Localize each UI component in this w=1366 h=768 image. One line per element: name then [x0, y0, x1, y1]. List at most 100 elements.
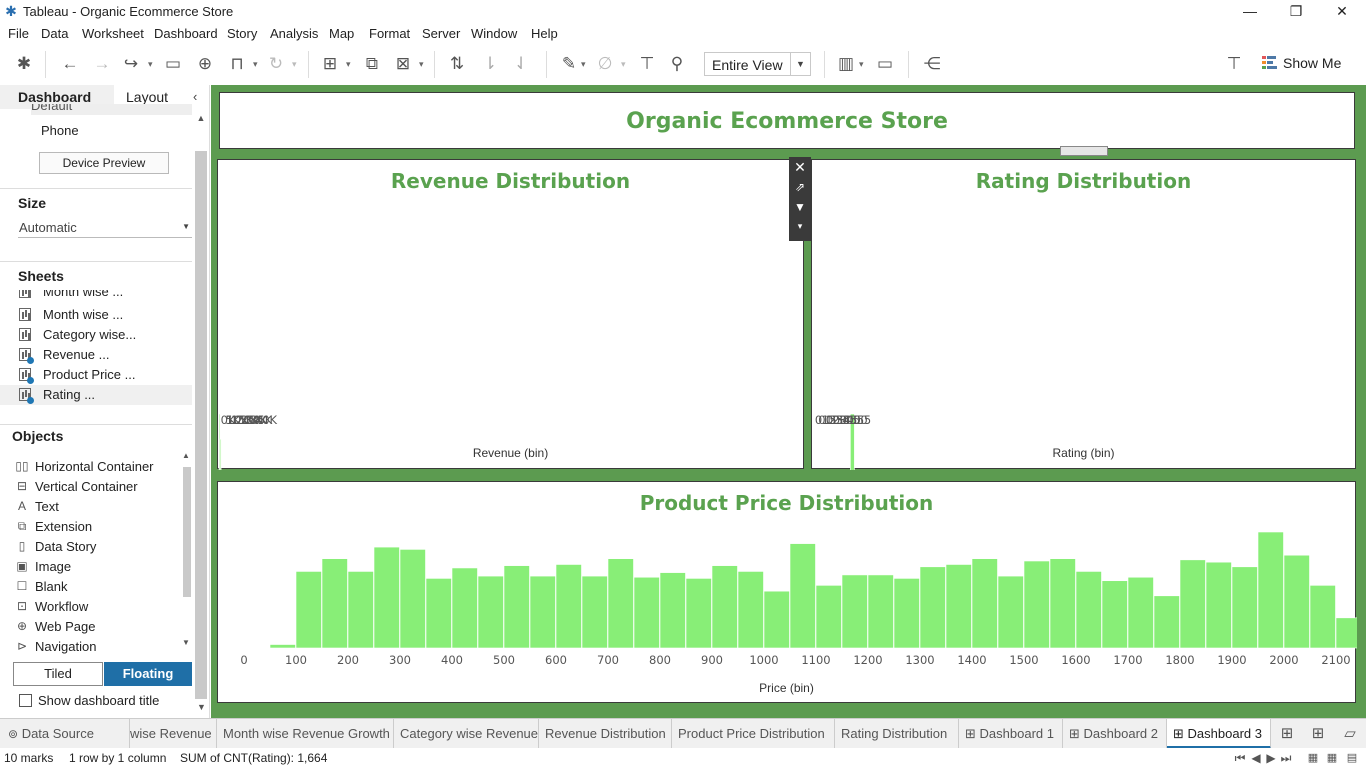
menu-server[interactable]: Server [422, 26, 460, 41]
histogram-bar[interactable] [1257, 531, 1284, 649]
show-tabs-icon[interactable]: ▤ [1345, 751, 1359, 764]
menu-analysis[interactable]: Analysis [270, 26, 318, 41]
restore-button[interactable]: ❐ [1273, 0, 1319, 23]
menu-worksheet[interactable]: Worksheet [82, 26, 144, 41]
show-dashboard-title-checkbox[interactable] [19, 694, 32, 707]
collapse-pane-icon[interactable]: ‹ [193, 89, 197, 104]
menu-file[interactable]: File [8, 26, 29, 41]
histogram-bar[interactable] [971, 558, 998, 649]
histogram-bar[interactable] [529, 575, 556, 649]
object-navigation[interactable]: ⊳ Navigation [15, 637, 185, 657]
histogram-bar[interactable] [503, 565, 530, 649]
save-icon[interactable]: ▭ [162, 53, 184, 75]
show-sheet-sorter-icon[interactable]: ▦ [1325, 751, 1339, 764]
object-vertical-container[interactable]: ⊟ Vertical Container [15, 477, 185, 497]
object-image[interactable]: ▣ Image [15, 557, 185, 577]
chevron-down-icon[interactable]: ▾ [621, 57, 629, 71]
menu-dashboard[interactable]: Dashboard [154, 26, 218, 41]
refresh-icon[interactable]: ↻ [265, 53, 287, 75]
sheet-item[interactable]: Month wise ... [17, 290, 192, 298]
object-extension[interactable]: ⧉ Extension [15, 517, 185, 537]
previous-sheet-icon[interactable]: ◀ [1249, 751, 1263, 765]
histogram-bar[interactable] [607, 558, 634, 649]
scroll-up-icon[interactable]: ▲ [182, 451, 190, 460]
close-button[interactable]: ✕ [1319, 0, 1365, 23]
tab-sheet[interactable]: Revenue Distribution [539, 719, 672, 749]
tab-sheet[interactable]: Month wise Revenue Growth [217, 719, 394, 749]
chevron-down-icon[interactable]: ▾ [859, 57, 867, 71]
tab-dashboard-active[interactable]: ⊞ Dashboard 3 [1167, 719, 1271, 749]
new-worksheet-icon[interactable]: ⊞ [319, 53, 341, 75]
dashboard-title-panel[interactable]: Organic Ecommerce Store [219, 92, 1355, 149]
new-story-icon[interactable]: ▱ [1336, 719, 1364, 749]
redo-icon[interactable]: → [91, 53, 113, 75]
first-sheet-icon[interactable]: ⏮ [1233, 751, 1247, 766]
device-default-item[interactable]: Default [31, 104, 192, 115]
object-workflow[interactable]: ⊡ Workflow [15, 597, 185, 617]
histogram-bar[interactable] [763, 590, 790, 649]
histogram-bar[interactable] [997, 575, 1024, 649]
size-select[interactable]: Automatic ▼ [18, 218, 192, 238]
product-price-distribution-panel[interactable]: Product Price Distribution 0 100 200 300 400… [217, 481, 1362, 703]
sheet-item[interactable]: Month wise ... [17, 305, 192, 325]
histogram-bar[interactable] [711, 565, 738, 649]
histogram-bar[interactable] [581, 575, 608, 649]
histogram-bar[interactable] [1101, 580, 1128, 649]
share-icon[interactable]: ⋲ [921, 53, 943, 75]
minimize-button[interactable]: — [1227, 0, 1273, 23]
undo-icon[interactable]: ← [59, 53, 81, 75]
device-phone-item[interactable]: Phone [41, 123, 79, 138]
object-text[interactable]: A Text [15, 497, 185, 517]
histogram-bar[interactable] [737, 571, 764, 649]
tab-sheet[interactable]: wise Revenue [130, 719, 217, 749]
object-data-story[interactable]: ▯ Data Story [15, 537, 185, 557]
scroll-thumb[interactable] [183, 467, 191, 597]
sheet-item[interactable]: Revenue ... [17, 345, 192, 365]
object-web-page[interactable]: ⊕ Web Page [15, 617, 185, 637]
sort-ascending-icon[interactable]: ⇂ [479, 53, 501, 75]
histogram-bar[interactable] [451, 567, 478, 649]
menu-window[interactable]: Window [471, 26, 517, 41]
next-sheet-icon[interactable]: ▶ [1264, 751, 1278, 765]
histogram-bar[interactable] [295, 571, 322, 649]
revenue-distribution-panel[interactable]: Revenue Distribution 0K 5K 10K 15K 20K 25K 30K… [217, 159, 804, 729]
histogram-bar[interactable] [1283, 554, 1310, 649]
show-cards-icon[interactable]: ▥ [835, 53, 857, 75]
tab-dashboard[interactable]: ⊞ Dashboard 1 [959, 719, 1063, 749]
tiled-toggle[interactable]: Tiled [13, 662, 103, 686]
highlight-icon[interactable]: ✎ [558, 53, 580, 75]
histogram-bar[interactable] [1309, 585, 1336, 649]
chevron-down-icon[interactable]: ▾ [148, 57, 156, 71]
sort-descending-icon[interactable]: ⇃ [510, 53, 532, 75]
chevron-down-icon[interactable]: ▾ [581, 57, 589, 71]
floating-toggle[interactable]: Floating [104, 662, 192, 686]
histogram-bar[interactable] [269, 644, 296, 649]
histogram-bar[interactable] [1153, 595, 1180, 649]
scroll-thumb[interactable] [195, 151, 207, 699]
histogram-bar[interactable] [555, 564, 582, 649]
go-to-sheet-icon[interactable]: ⇗ [789, 180, 811, 194]
show-mark-labels-icon[interactable]: ⊤ [636, 53, 658, 75]
tab-dashboard[interactable]: ⊞ Dashboard 2 [1063, 719, 1167, 749]
histogram-bar[interactable] [789, 543, 816, 649]
pause-updates-icon[interactable]: ⊓ [226, 53, 248, 75]
menu-format[interactable]: Format [369, 26, 410, 41]
histogram-bar[interactable] [321, 558, 348, 649]
histogram-bar[interactable] [633, 576, 660, 649]
fit-view-select[interactable]: Entire View ▼ [704, 52, 811, 76]
histogram-bar[interactable] [919, 566, 946, 649]
fix-axes-icon[interactable]: ⚲ [666, 53, 688, 75]
object-horizontal-container[interactable]: ▯▯ Horizontal Container [15, 457, 185, 477]
replay-icon[interactable]: ↪ [120, 53, 142, 75]
new-worksheet-icon[interactable]: ⊞ [1273, 719, 1301, 749]
objects-scrollbar[interactable]: ▲ ▼ [182, 451, 192, 649]
duplicate-sheet-icon[interactable]: ⧉ [361, 53, 383, 75]
menu-map[interactable]: Map [329, 26, 354, 41]
scroll-down-icon[interactable]: ▼ [182, 638, 190, 647]
histogram-bar[interactable] [425, 578, 452, 649]
scroll-up-icon[interactable]: ▲ [195, 113, 207, 123]
histogram-bar[interactable] [815, 585, 842, 649]
sheet-item-selected[interactable]: Rating ... [0, 385, 192, 405]
histogram-bar[interactable] [867, 574, 894, 649]
chevron-down-icon[interactable]: ▾ [253, 57, 261, 71]
